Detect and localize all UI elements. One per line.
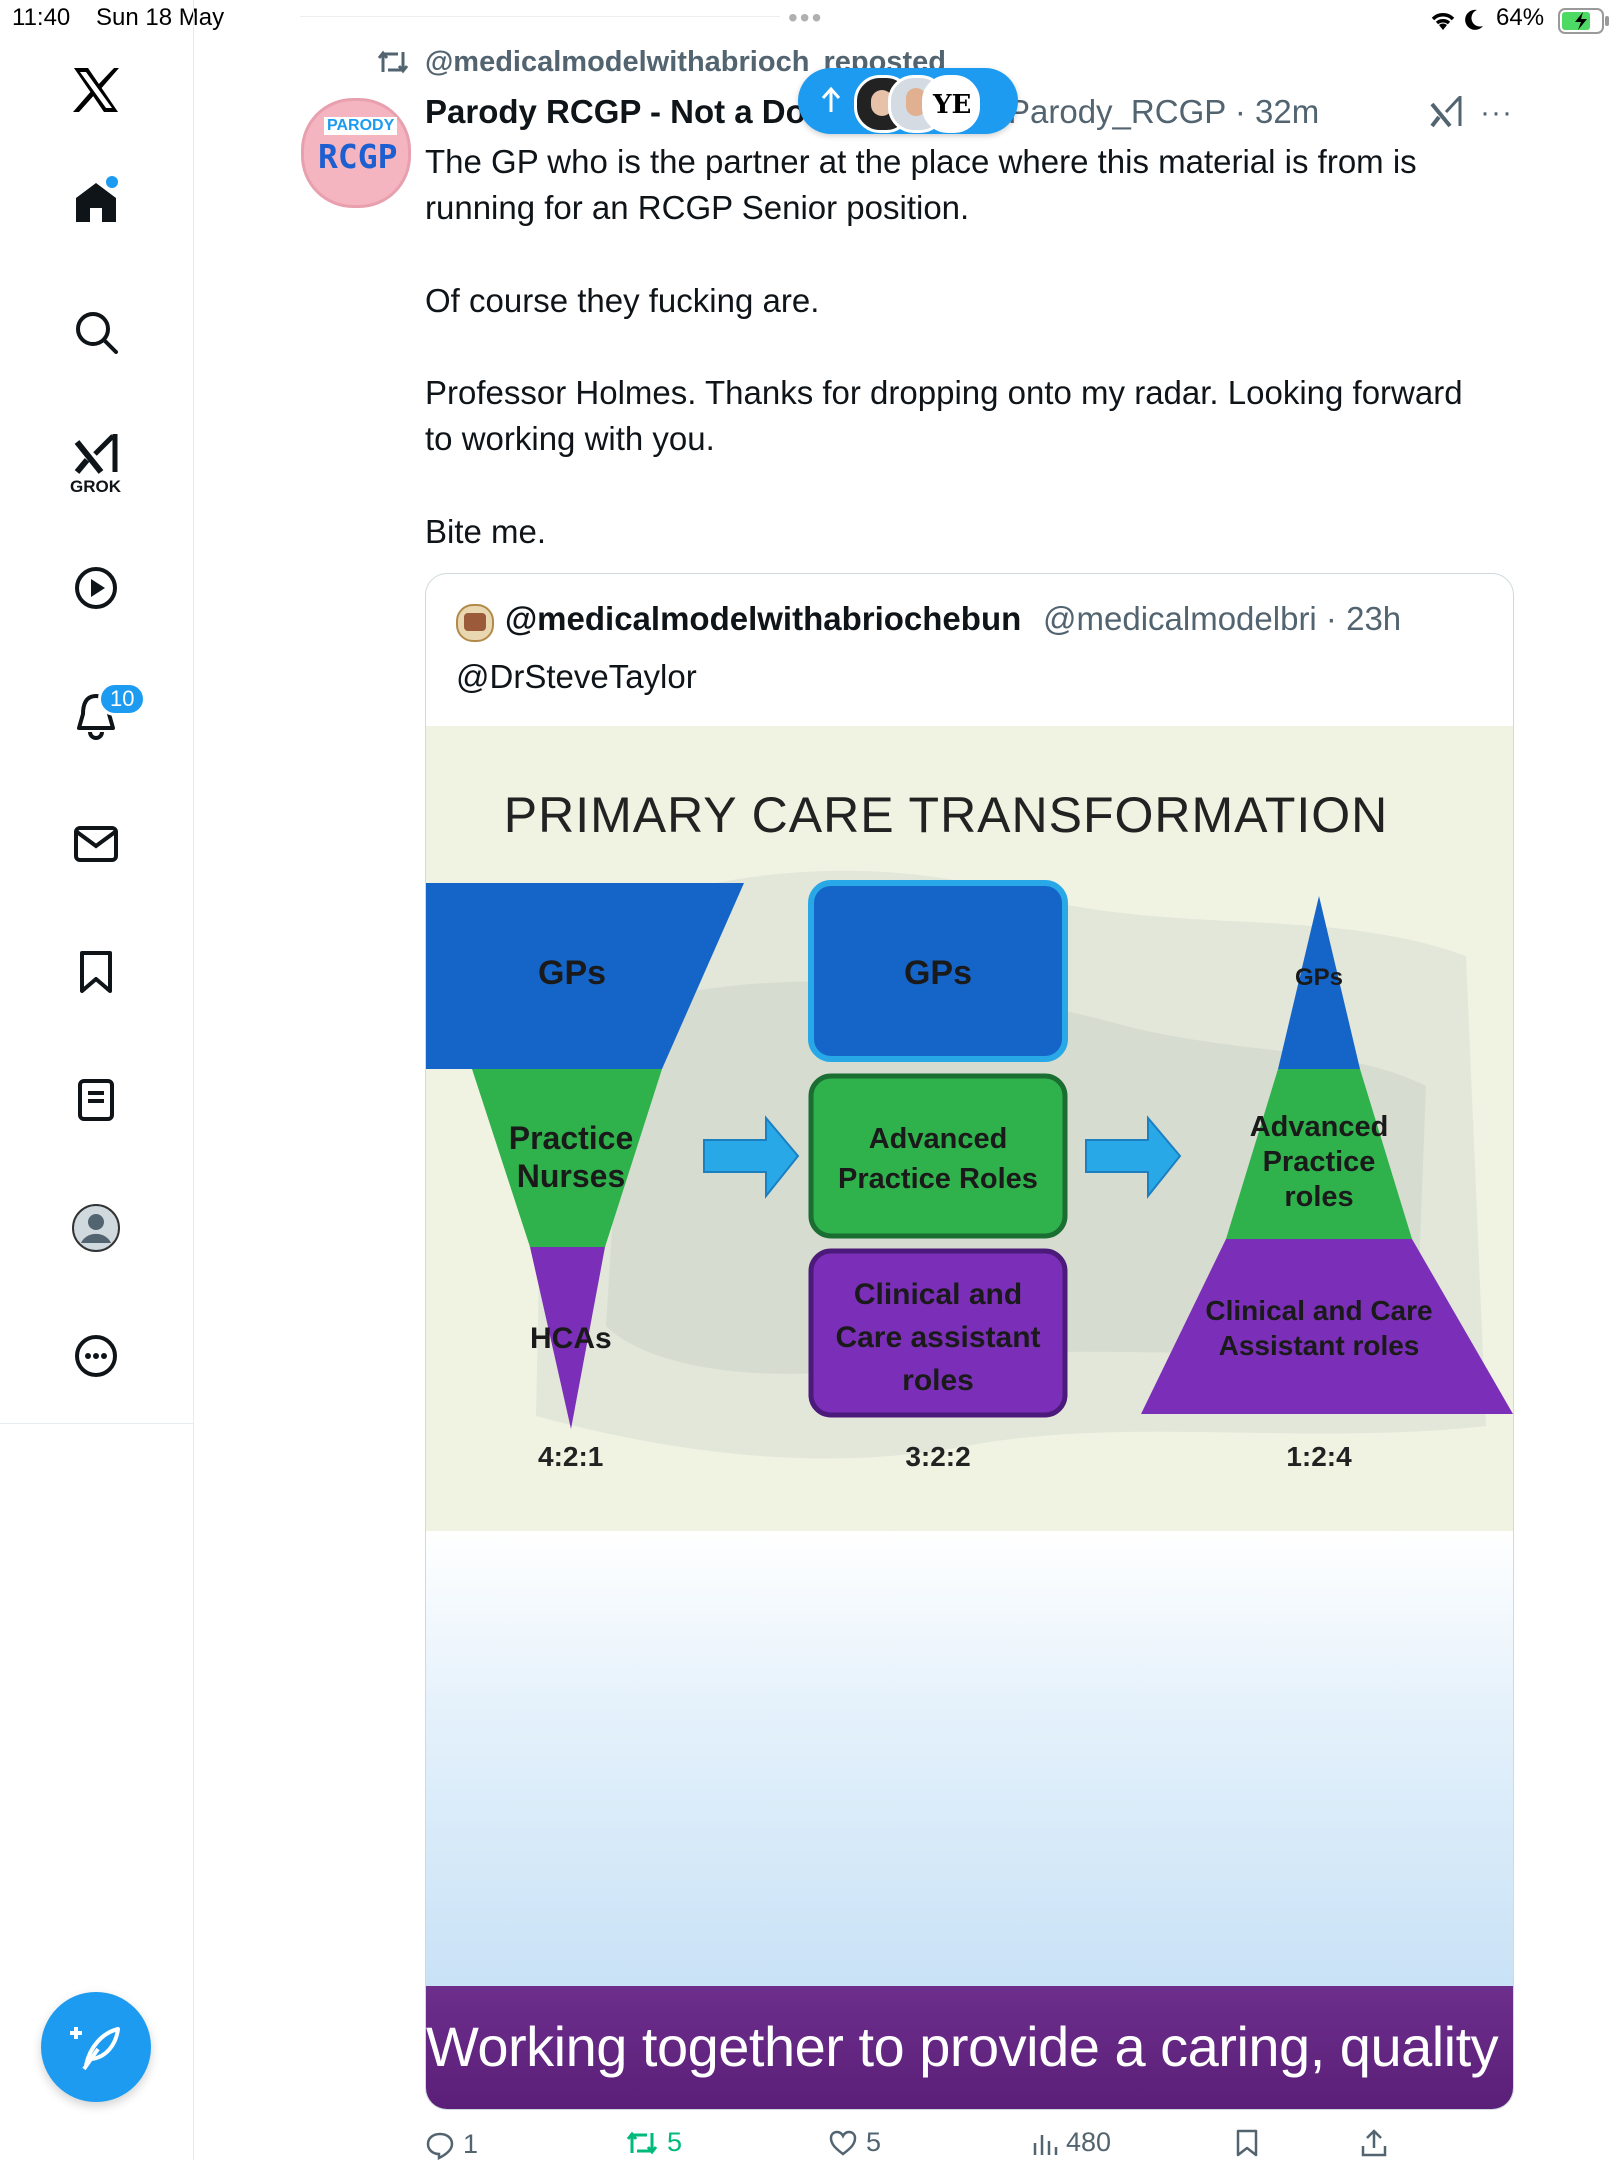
like-button[interactable]: 5: [828, 2127, 881, 2158]
slide-banner: Working together to provide a caring, qu…: [426, 1986, 1513, 2109]
views-count: 480: [1066, 2127, 1112, 2157]
display-name[interactable]: Parody RCGP - Not a Do: [425, 93, 806, 131]
avatar-rcgp-text: RCGP: [318, 137, 398, 176]
profile-icon[interactable]: [70, 1202, 122, 1254]
share-icon[interactable]: [1360, 2128, 1388, 2163]
quote-text[interactable]: @DrSteveTaylor: [456, 658, 697, 696]
messages-icon[interactable]: [70, 818, 122, 870]
compose-button[interactable]: [41, 1992, 151, 2102]
avatar[interactable]: PARODY RCGP: [301, 98, 411, 208]
slide-gradient: [426, 1531, 1513, 1986]
left-gps-label: GPs: [538, 954, 607, 992]
left-nurses-label: Practice Nurses: [508, 1120, 634, 1194]
pill-avatar-3-text: YE: [933, 90, 972, 120]
grok-tweet-icon[interactable]: [1428, 94, 1464, 135]
grok-label: GROK: [70, 477, 121, 496]
sidebar: GROK 10: [0, 0, 194, 2160]
wifi-icon: [1428, 8, 1458, 37]
home-unread-dot: [106, 176, 118, 188]
more-icon[interactable]: [70, 1330, 122, 1382]
quote-handle-time[interactable]: @medicalmodelbri · 23h: [1043, 600, 1401, 638]
arrow-1: [703, 1115, 800, 1199]
reposted-by-handle[interactable]: @medicalmodelwithabrioch: [425, 46, 809, 78]
tweet-text-paragraph-4: Bite me.: [425, 513, 547, 550]
repost-button[interactable]: 5: [625, 2127, 682, 2158]
heart-icon: [829, 2130, 857, 2156]
bookmark-icon[interactable]: [1235, 2128, 1259, 2163]
multitasking-dots-icon[interactable]: •••: [788, 2, 823, 34]
top-divider: [300, 16, 780, 17]
handle-and-time[interactable]: Parody_RCGP · 32m: [1008, 93, 1319, 131]
slide-banner-text: Working together to provide a caring, qu…: [426, 2015, 1513, 2078]
reply-button[interactable]: 1: [425, 2129, 478, 2160]
battery-icon: [1558, 8, 1610, 39]
center-ratio: 3:2:2: [905, 1441, 971, 1472]
quote-avatar[interactable]: [456, 604, 494, 642]
bookmarks-icon[interactable]: [70, 946, 122, 998]
like-count: 5: [866, 2127, 882, 2157]
right-gps-label: GPs: [1294, 964, 1344, 991]
notifications-badge: 10: [98, 682, 147, 716]
right-clinical-label: Clinical and Care Assistant roles: [1205, 1295, 1433, 1361]
quoted-tweet[interactable]: @medicalmodelwithabriochebun @medicalmod…: [425, 573, 1514, 2110]
left-ratio: 4:2:1: [538, 1441, 604, 1472]
right-advanced-label: Advanced Practice roles: [1249, 1111, 1389, 1213]
tweet-text-paragraph-2: Of course they fucking are.: [425, 282, 820, 319]
center-gps-label: GPs: [903, 954, 973, 992]
home-icon[interactable]: [70, 176, 122, 228]
left-hcas-label: HCAs: [530, 1322, 612, 1355]
tweet-more-icon[interactable]: ···: [1480, 96, 1513, 130]
pill-avatar-3: YE: [922, 75, 980, 133]
grok-icon[interactable]: [70, 428, 122, 480]
reply-count: 1: [463, 2129, 479, 2159]
moon-icon: [1463, 8, 1485, 37]
video-icon[interactable]: [70, 562, 122, 614]
search-icon[interactable]: [70, 306, 122, 358]
repost-action-icon: [626, 2131, 658, 2154]
sidebar-divider: [0, 1423, 193, 1424]
repost-count: 5: [667, 2127, 683, 2157]
repost-icon: [376, 48, 410, 81]
right-ratio: 1:2:4: [1286, 1441, 1352, 1472]
tweet-text-paragraph-1: The GP who is the partner at the place w…: [425, 143, 1417, 226]
views-button[interactable]: 480: [1032, 2127, 1111, 2158]
avatar-parody-text: PARODY: [324, 117, 398, 135]
slide-background: PRIMARY CARE TRANSFORMATION GPs Practice…: [426, 726, 1513, 1531]
quote-image[interactable]: PRIMARY CARE TRANSFORMATION GPs Practice…: [426, 726, 1513, 2109]
battery-percent: 64%: [1496, 4, 1545, 31]
arrow-2: [1085, 1115, 1182, 1199]
compose-feather-icon: [70, 2027, 120, 2071]
center-advanced-label: Advanced Practice Roles: [838, 1123, 1038, 1195]
arrow-up-icon: [820, 86, 842, 119]
tweet-text-paragraph-3: Professor Holmes. Thanks for dropping on…: [425, 374, 1463, 457]
center-clinical-label: Clinical and Care assistant roles: [835, 1278, 1041, 1397]
x-logo-icon[interactable]: [68, 62, 124, 118]
views-icon: [1033, 2134, 1058, 2155]
quote-display-name[interactable]: @medicalmodelwithabriochebun: [505, 600, 1021, 638]
reply-icon: [426, 2132, 454, 2160]
lists-icon[interactable]: [70, 1074, 122, 1126]
new-posts-pill[interactable]: YE: [798, 68, 1018, 134]
